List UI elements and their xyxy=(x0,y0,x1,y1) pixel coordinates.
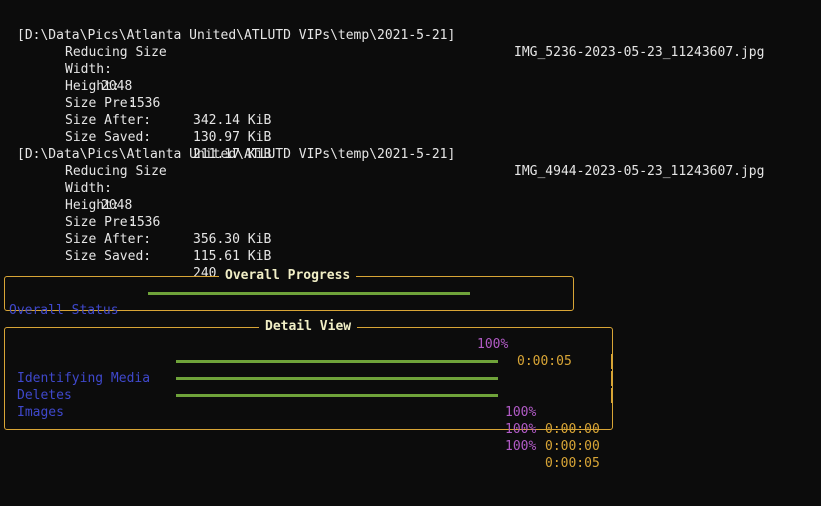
progress-bar-fill xyxy=(176,360,498,363)
log-action-line: Reducing Size xyxy=(0,27,821,60)
log-width-line: Width: 2048 xyxy=(0,44,821,94)
detail-view-panel: Detail View Identifying Media 100% 0:00:… xyxy=(4,318,613,471)
log-size-pre-line: Size Pre: 356.30 KiB xyxy=(0,197,821,247)
log-size-after-line: Size After: 115.61 KiB xyxy=(0,214,821,264)
size-after-value: 115.61 KiB xyxy=(193,249,272,264)
log-entry-header: [D:\Data\Pics\Atlanta United\ATLUTD VIPs… xyxy=(0,10,821,60)
task-label: Overall Status xyxy=(9,303,119,318)
log-height-line: Height: 1536 xyxy=(0,180,821,230)
size-saved-label: Size Saved: xyxy=(65,249,152,264)
log-size-saved-line: Size Saved: 211.17 KiB xyxy=(0,112,821,162)
panel-title: Overall Progress xyxy=(219,267,357,285)
log-size-after-line: Size After: 130.97 KiB xyxy=(0,95,821,145)
percent-text: 100% xyxy=(505,405,537,420)
progress-bar-fill xyxy=(148,292,470,295)
progress-bar-fill xyxy=(176,394,498,397)
progress-task-row: Images 100% 0:00:05 xyxy=(17,387,612,471)
progress-bar-fill xyxy=(176,377,498,380)
column-separator xyxy=(611,354,612,369)
log-width-line: Width: 2048 xyxy=(0,163,821,213)
column-separator xyxy=(611,388,612,403)
progress-task-row: Identifying Media 100% 0:00:00 xyxy=(17,353,612,437)
log-size-saved-line: Size Saved: 240.68 KiB xyxy=(0,231,821,281)
column-separator xyxy=(611,371,612,386)
percent-text: 100% xyxy=(505,422,537,437)
panel-title: Detail View xyxy=(259,318,358,336)
console-log: [D:\Data\Pics\Atlanta United\ATLUTD VIPs… xyxy=(0,10,821,281)
overall-progress-panel: Overall Progress Overall Status 100% 0:0… xyxy=(4,267,574,369)
progress-bar xyxy=(176,377,498,380)
elapsed-time: 0:00:00 xyxy=(545,439,600,454)
progress-bar xyxy=(148,292,470,295)
log-size-pre-line: Size Pre: 342.14 KiB xyxy=(0,78,821,128)
progress-bar xyxy=(176,360,498,363)
progress-task-row: Overall Status 100% 0:00:05 xyxy=(9,285,572,369)
percent-text: 100% xyxy=(505,439,537,454)
elapsed-time: 0:00:00 xyxy=(545,422,600,437)
progress-bar xyxy=(176,394,498,397)
log-height-line: Height: 1536 xyxy=(0,61,821,111)
log-action-line: Reducing Size xyxy=(0,146,821,179)
elapsed-time: 0:00:05 xyxy=(545,456,600,471)
task-label: Images xyxy=(17,405,64,420)
progress-task-row: Deletes 100% 0:00:00 xyxy=(17,370,612,454)
log-entry-header: [D:\Data\Pics\Atlanta United\ATLUTD VIPs… xyxy=(0,129,821,179)
